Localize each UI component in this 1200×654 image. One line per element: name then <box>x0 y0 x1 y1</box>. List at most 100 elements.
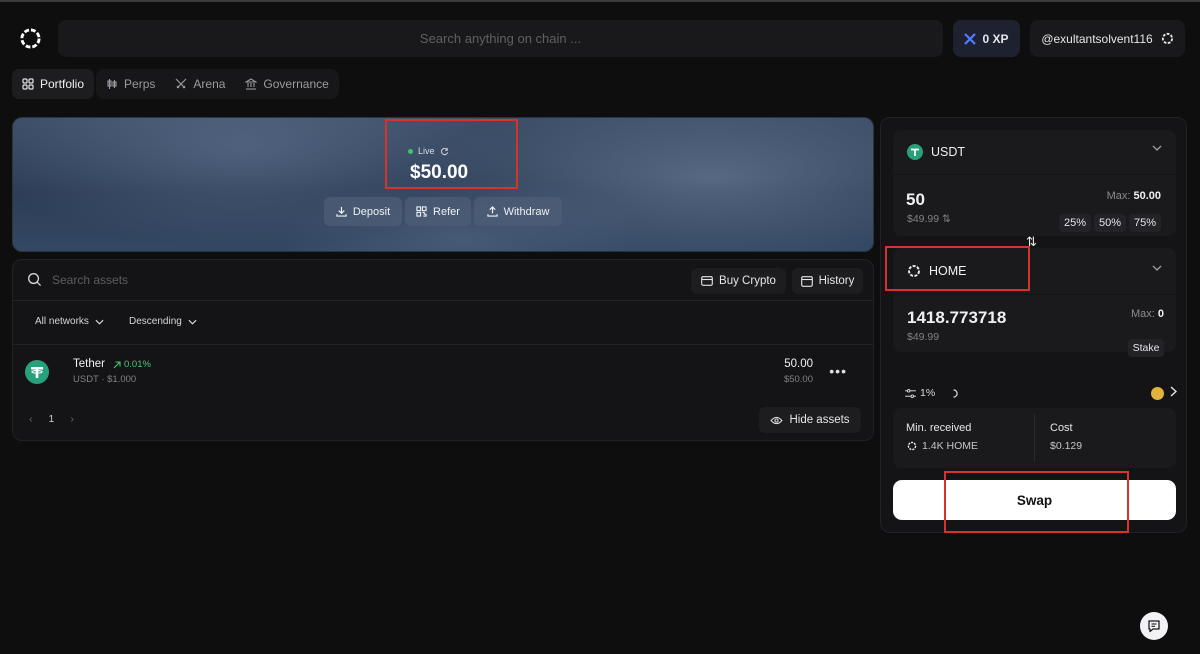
chevron-down-icon <box>95 319 104 325</box>
annotation-box-balance <box>385 119 518 189</box>
xp-label: 0 XP <box>982 31 1009 46</box>
pct-75-button[interactable]: 75% <box>1129 214 1161 232</box>
global-search-input[interactable]: Search anything on chain ... <box>58 20 943 57</box>
pct-25-button[interactable]: 25% <box>1059 214 1091 232</box>
from-amount-usd: $49.99 ⇅ <box>907 213 951 225</box>
candles-icon <box>106 78 118 90</box>
chat-bubble-icon <box>1147 619 1161 633</box>
prev-page-icon[interactable]: ‹ <box>29 413 33 425</box>
token-change-value: 0.01% <box>124 359 151 370</box>
top-border <box>0 0 1200 2</box>
tab-perps[interactable]: Perps <box>96 69 165 99</box>
chevron-down-icon <box>188 319 197 325</box>
deposit-label: Deposit <box>352 205 391 218</box>
app-logo-icon[interactable] <box>19 27 42 50</box>
withdraw-button[interactable]: Withdraw <box>474 197 562 226</box>
from-amount-input[interactable]: 50 <box>906 190 925 210</box>
pagination: ‹ 1 › <box>29 413 74 425</box>
tab-arena-label: Arena <box>193 77 226 91</box>
eye-icon <box>770 416 784 425</box>
hide-assets-label: Hide assets <box>789 414 850 426</box>
history-button[interactable]: History <box>792 268 863 294</box>
network-filter-dropdown[interactable]: All networks <box>35 316 104 327</box>
withdraw-label: Withdraw <box>503 205 550 218</box>
buy-crypto-label: Buy Crypto <box>719 275 776 287</box>
from-max[interactable]: Max: 50.00 <box>1107 190 1161 202</box>
sort-filter-label: Descending <box>129 316 182 327</box>
to-amount-usd: $49.99 <box>907 331 940 343</box>
current-page[interactable]: 1 <box>49 413 55 425</box>
main-nav: Portfolio Perps Arena Governance <box>12 69 339 99</box>
from-token-selector[interactable]: USDT <box>907 144 965 160</box>
arrow-up-right-icon <box>113 360 121 369</box>
token-change: 0.01% <box>113 359 151 370</box>
more-options-icon[interactable]: ••• <box>829 363 847 379</box>
card-icon <box>701 276 713 286</box>
annotation-box-home-token <box>885 246 1030 291</box>
token-balance-usd: $50.00 <box>783 374 813 385</box>
asset-search-input[interactable]: Search assets <box>27 272 128 287</box>
buy-crypto-button[interactable]: Buy Crypto <box>691 268 786 294</box>
annotation-box-swap <box>944 471 1129 533</box>
deposit-button[interactable]: Deposit <box>324 197 402 226</box>
token-balance: 50.00 <box>784 358 813 370</box>
grid-icon <box>22 78 34 90</box>
home-token-icon <box>907 441 917 451</box>
stake-button[interactable]: Stake <box>1128 339 1164 357</box>
sort-filter-dropdown[interactable]: Descending <box>129 316 197 327</box>
min-received-value: 1.4K HOME <box>907 440 978 452</box>
nav-secondary-tabs: Perps Arena Governance <box>96 69 339 99</box>
chevron-right-icon[interactable] <box>1170 386 1177 397</box>
network-filter-label: All networks <box>35 316 89 327</box>
asset-search-placeholder: Search assets <box>52 272 129 287</box>
search-icon <box>27 272 42 287</box>
sliders-icon <box>905 388 916 398</box>
to-amount: 1418.773718 <box>907 308 1007 327</box>
loading-spinner-icon <box>949 388 958 398</box>
user-account-button[interactable]: @exultantsolvent116 <box>1030 20 1185 57</box>
token-symbol-price: USDT · $1.000 <box>73 374 137 385</box>
chevron-down-icon[interactable] <box>1152 145 1162 151</box>
tab-governance[interactable]: Governance <box>235 69 338 99</box>
hide-assets-button[interactable]: Hide assets <box>759 407 861 433</box>
refer-label: Refer <box>433 205 460 218</box>
table-row[interactable]: Tether 0.01% USDT · $1.000 50.00 $50.00 … <box>25 357 861 391</box>
global-search-placeholder: Search anything on chain ... <box>419 31 582 46</box>
summary-separator <box>1034 414 1035 462</box>
token-name: Tether <box>73 358 105 370</box>
cost-value: $0.129 <box>1050 440 1083 452</box>
tab-arena[interactable]: Arena <box>165 69 235 99</box>
username: @exultantsolvent116 <box>1041 31 1153 46</box>
tab-perps-label: Perps <box>124 77 156 91</box>
chat-support-button[interactable] <box>1140 612 1168 640</box>
next-page-icon[interactable]: › <box>70 413 74 425</box>
swap-from-divider <box>893 174 1176 175</box>
x-brand-icon <box>964 32 977 45</box>
min-received-label: Min. received <box>906 422 972 434</box>
slippage-row[interactable]: 1% <box>905 383 1177 403</box>
history-icon <box>800 275 813 287</box>
chevron-down-icon[interactable] <box>1152 265 1162 271</box>
bank-icon <box>245 78 258 90</box>
swap-summary: Min. received 1.4K HOME Cost $0.129 <box>893 408 1176 468</box>
gas-coin-icon <box>1151 387 1164 400</box>
from-token-label: USDT <box>931 145 966 159</box>
refer-button[interactable]: Refer <box>405 197 471 226</box>
tab-portfolio[interactable]: Portfolio <box>12 69 95 99</box>
pct-50-button[interactable]: 50% <box>1094 214 1126 232</box>
account-ring-icon <box>1161 32 1174 45</box>
history-label: History <box>818 275 855 287</box>
to-max: Max: 0 <box>1130 308 1164 320</box>
tether-token-icon <box>907 144 923 160</box>
upload-icon <box>486 206 498 217</box>
download-icon <box>336 206 347 217</box>
tab-portfolio-label: Portfolio <box>40 77 85 91</box>
xp-button[interactable]: 0 XP <box>953 20 1020 57</box>
cost-label: Cost <box>1050 422 1073 434</box>
tether-token-icon <box>25 360 49 384</box>
assets-panel: Search assets Buy Crypto History All net… <box>12 259 874 441</box>
assets-divider-top <box>13 300 873 301</box>
tab-governance-label: Governance <box>263 77 329 91</box>
swap-to-divider <box>893 294 1176 295</box>
swords-icon <box>175 78 187 90</box>
